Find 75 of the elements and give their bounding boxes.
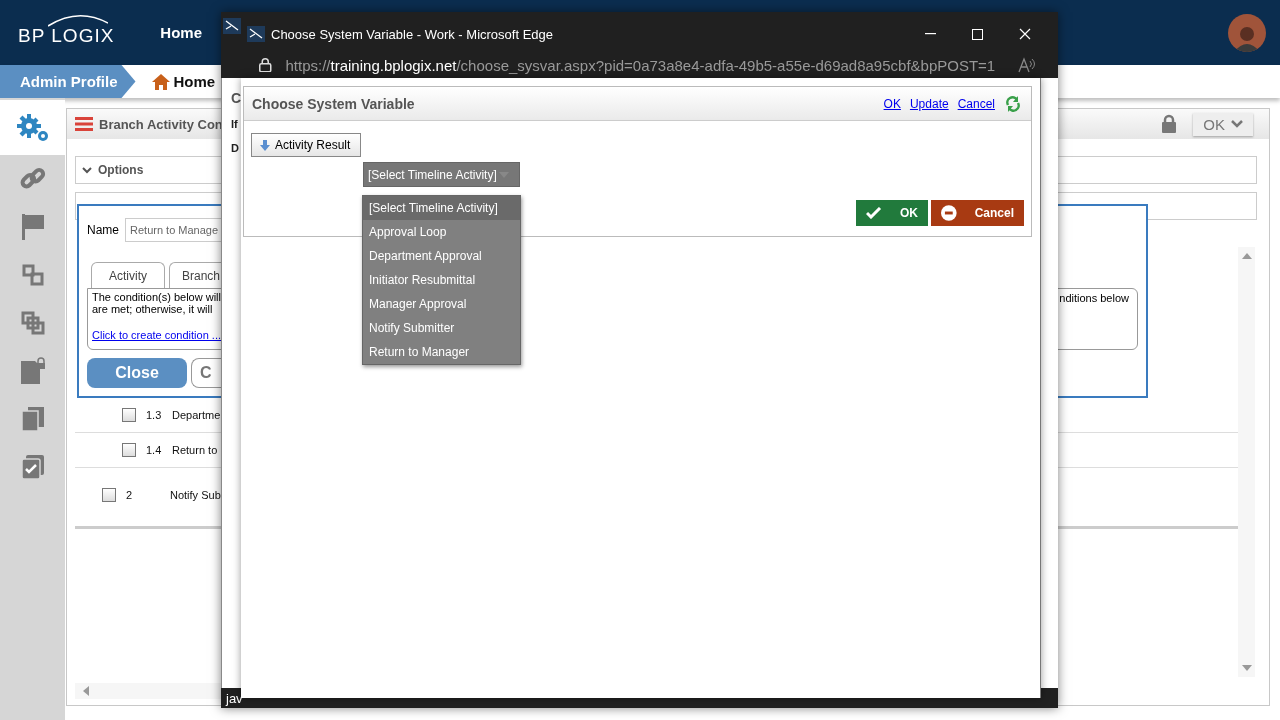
row-label: Return to [172, 444, 218, 456]
create-condition-link[interactable]: Click to create condition ... [92, 329, 221, 341]
activity-select[interactable]: [Select Timeline Activity] [363, 162, 520, 187]
address-bar[interactable]: https://training.bplogix.net/choose_sysvar.aspx?pid=0a73a8e4-adfa-49b5-a55e-d69ad8a95cbf&bpPOST=1 [285, 56, 996, 74]
check-icon [866, 207, 882, 219]
checkbox[interactable] [102, 488, 116, 502]
gears-icon [16, 113, 48, 141]
link-icon [19, 166, 46, 191]
label-fragment: D [231, 142, 239, 154]
dialog-title: Choose System Variable [252, 95, 416, 112]
lock-icon [1161, 114, 1178, 134]
label-fragment: If [231, 118, 238, 130]
app-icon [247, 26, 265, 42]
tab[interactable]: Activity [91, 262, 165, 288]
section-label: Options [98, 163, 144, 177]
ok-button[interactable]: OK [856, 200, 928, 226]
dropdown-option[interactable]: Initiator Resubmittal [363, 268, 520, 292]
scroll-left-icon[interactable] [83, 686, 89, 696]
dropdown-option[interactable]: Return to Manager [363, 340, 520, 364]
dropdown-option[interactable]: [Select Timeline Activity] [363, 196, 520, 220]
vertical-scrollbar[interactable] [1238, 247, 1255, 677]
horizontal-scrollbar[interactable] [75, 683, 221, 699]
dropdown-option[interactable]: Manager Approval [363, 292, 520, 316]
copies-icon [20, 407, 44, 432]
name-field[interactable]: Return to Manage [125, 218, 221, 242]
avatar[interactable] [1228, 13, 1266, 52]
breadcrumb-item[interactable]: Home [135, 65, 220, 98]
condition-text: nditions below [1059, 292, 1129, 304]
dropdown-option[interactable]: Notify Submitter [363, 316, 520, 340]
squares-icon [22, 264, 43, 286]
list-icon [75, 117, 93, 131]
squares-icon [21, 311, 44, 335]
sidebar-item[interactable] [0, 100, 65, 155]
close-button[interactable]: Close [87, 358, 187, 388]
refresh-icon[interactable] [1005, 95, 1021, 112]
app-icon [223, 18, 241, 34]
header-link[interactable]: Cancel [957, 96, 995, 111]
dropdown-option[interactable]: Department Approval [363, 244, 520, 268]
scroll-up-icon[interactable] [1241, 253, 1252, 259]
breadcrumb-item[interactable]: Admin Profile [0, 65, 136, 98]
minus-circle-icon [941, 205, 957, 221]
arrow-down-icon [260, 139, 270, 151]
read-aloud-icon[interactable] [1018, 57, 1036, 73]
checkbox[interactable] [122, 443, 136, 457]
window-title: Choose System Variable - Work - Microsoft Edge [271, 26, 553, 42]
logo: BP LOGIX [18, 18, 115, 47]
scroll-down-icon[interactable] [1241, 665, 1252, 671]
flag-icon [21, 214, 44, 240]
variable-button[interactable]: Activity Result [251, 133, 362, 157]
row-number: 1.3 [146, 409, 163, 421]
locked-document-icon [20, 357, 45, 384]
secondary-button[interactable]: C [191, 358, 222, 388]
cancel-button[interactable]: Cancel [931, 200, 1024, 226]
maximize-icon [972, 28, 983, 40]
close-icon [1018, 28, 1031, 40]
row-number: 2 [126, 489, 134, 501]
nav-link[interactable]: Home [160, 24, 203, 41]
row-label: Departme [172, 409, 221, 421]
checked-document-icon [20, 455, 44, 480]
row-number: 1.4 [146, 444, 163, 456]
minimize-icon [925, 33, 936, 35]
ok-dropdown-button[interactable]: OK [1193, 112, 1253, 136]
row-label: Notify Sub [170, 489, 221, 501]
header-link[interactable]: Update [909, 96, 949, 111]
label-fragment: C [231, 90, 242, 106]
chevron-icon [1231, 120, 1243, 128]
dropdown-option[interactable]: Approval Loop [363, 220, 520, 244]
home-icon [150, 72, 171, 91]
condition-text: are met; otherwise, it will [92, 303, 213, 315]
header-link[interactable]: OK [883, 96, 901, 111]
checkbox[interactable] [122, 408, 136, 422]
tab[interactable]: Branch [169, 262, 221, 288]
condition-text: The condition(s) below will [92, 291, 221, 303]
name-label: Name [87, 223, 119, 237]
lock-icon [259, 57, 272, 73]
